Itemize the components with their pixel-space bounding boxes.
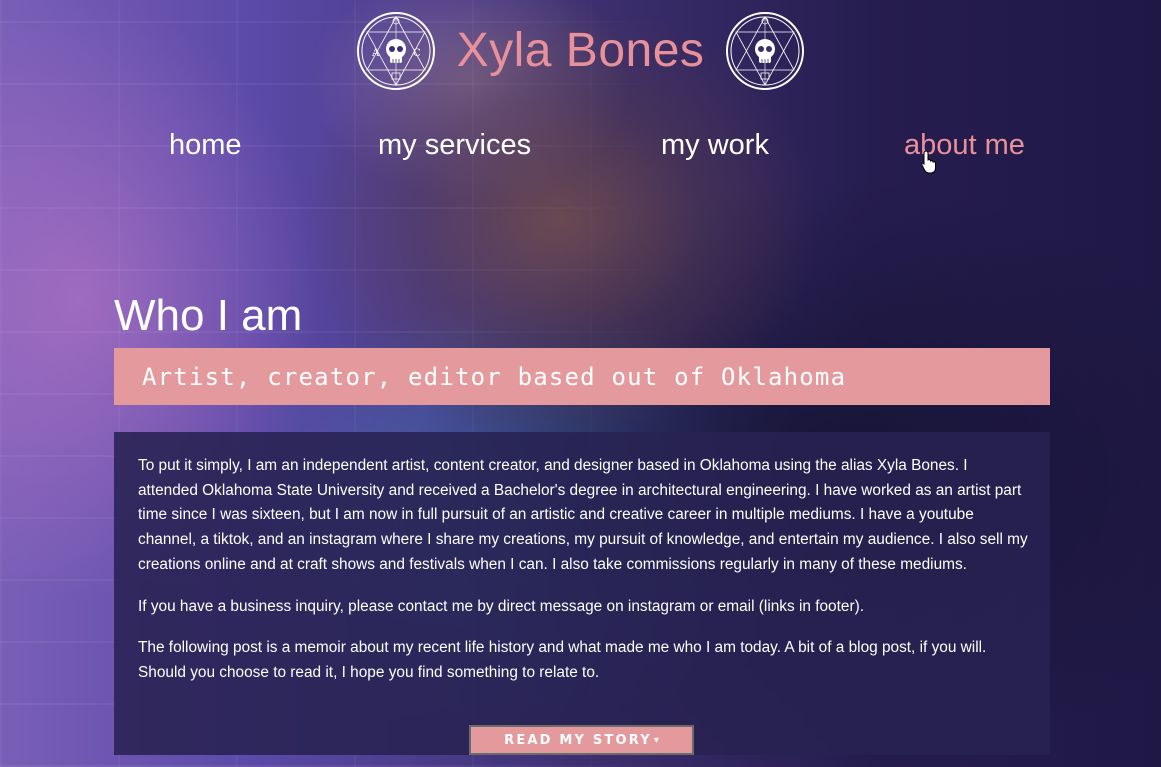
main-nav: home my services my work about me [0, 125, 1161, 165]
about-text-panel: To put it simply, I am an independent ar… [114, 432, 1050, 755]
hand-pointer-cursor-icon [921, 150, 936, 174]
tagline-text: Artist, creator, editor based out of Okl… [142, 362, 847, 391]
emblem-letter-left: A [371, 48, 380, 59]
about-body: To put it simply, I am an independent ar… [138, 454, 1028, 703]
emblem-letter-right: C [413, 48, 421, 59]
tagline-banner: Artist, creator, editor based out of Okl… [114, 348, 1050, 405]
about-paragraph-contact: If you have a business inquiry, please c… [138, 597, 864, 615]
skull-emblem-icon-right [726, 12, 805, 90]
about-paragraph-intro: To put it simply, I am an independent ar… [138, 457, 1028, 573]
nav-item-my-services[interactable]: my services [378, 125, 531, 165]
site-title[interactable]: Xyla Bones [455, 27, 707, 75]
page-title: Who I am [114, 291, 303, 340]
caret-down-icon: ▾ [653, 734, 659, 746]
nav-item-home[interactable]: home [169, 125, 242, 165]
about-paragraph-memoir: The following post is a memoir about my … [138, 639, 987, 681]
nav-item-my-work[interactable]: my work [661, 125, 769, 165]
read-my-story-button[interactable]: READ MY STORY ▾ [469, 725, 694, 755]
skull-emblem-icon-left: A C [356, 12, 435, 90]
read-my-story-label: READ MY STORY [504, 732, 652, 748]
site-header: A C Xyla Bones [0, 9, 1161, 93]
